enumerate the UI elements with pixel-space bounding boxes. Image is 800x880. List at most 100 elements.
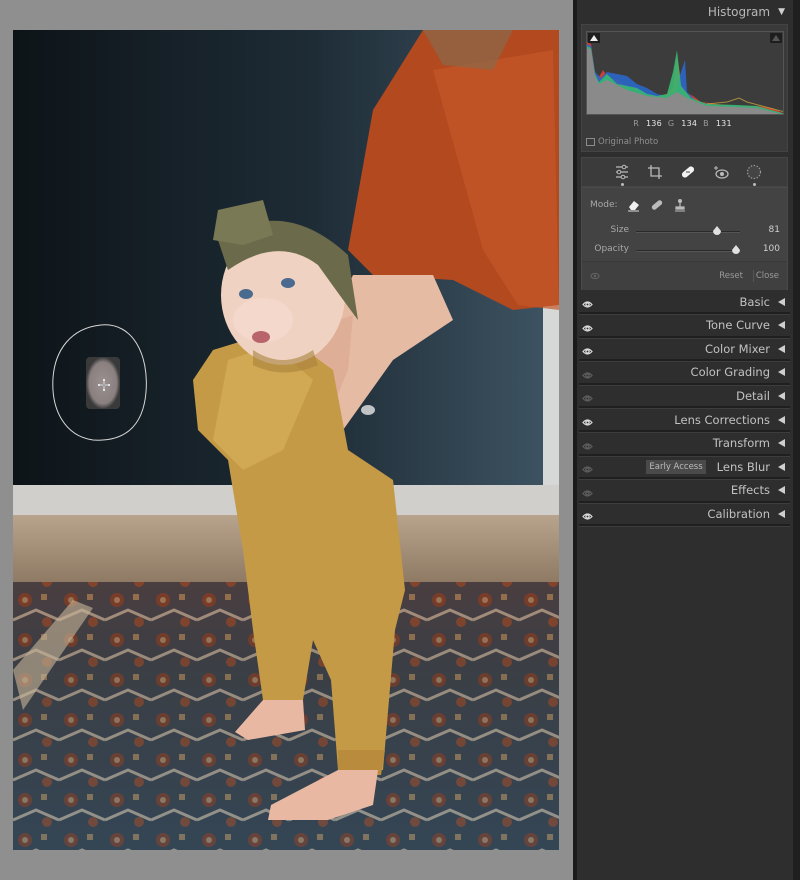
- section-effects[interactable]: Effects: [579, 480, 790, 503]
- section-label: Lens Blur: [716, 459, 770, 474]
- section-label: Color Grading: [690, 365, 770, 380]
- original-photo-toggle[interactable]: Original Photo: [586, 137, 658, 147]
- tool-active-dot: [621, 183, 624, 186]
- size-slider-row: Size 81: [582, 225, 789, 239]
- histogram-panel: R 136 G 134 B 131 Original Photo: [581, 24, 788, 152]
- early-access-badge: Early Access: [646, 459, 706, 474]
- section-transform[interactable]: Transform: [579, 433, 790, 456]
- tool-crop[interactable]: [646, 163, 664, 181]
- mode-content-aware-remove[interactable]: [627, 198, 641, 212]
- footer-separator: [753, 270, 754, 282]
- opacity-label: Opacity: [594, 244, 629, 254]
- eraser-icon: [627, 201, 639, 212]
- panel-scroll-edge[interactable]: [793, 0, 800, 880]
- section-label: Tone Curve: [705, 318, 770, 333]
- opacity-slider[interactable]: [636, 245, 740, 254]
- r-value: 136: [646, 119, 662, 128]
- triangle-left-icon[interactable]: [778, 344, 785, 353]
- section-label: Calibration: [707, 506, 770, 521]
- section-label: Detail: [736, 388, 770, 403]
- crop-icon: [648, 165, 662, 179]
- photo-canvas[interactable]: [0, 0, 573, 880]
- triangle-left-icon[interactable]: [778, 415, 785, 424]
- section-label: Color Mixer: [704, 341, 770, 356]
- eye-icon[interactable]: [590, 272, 600, 283]
- close-button[interactable]: Close: [756, 271, 779, 281]
- opacity-slider-thumb[interactable]: [732, 245, 740, 254]
- histogram-plot[interactable]: [586, 31, 784, 115]
- section-tone-curve[interactable]: Tone Curve: [579, 315, 790, 338]
- highlight-clipping-toggle[interactable]: [770, 33, 782, 43]
- triangle-left-icon[interactable]: [778, 391, 785, 400]
- eye-icon[interactable]: [582, 298, 593, 312]
- reset-button[interactable]: Reset: [719, 271, 743, 281]
- triangle-left-icon[interactable]: [778, 368, 785, 377]
- triangle-left-icon[interactable]: [778, 439, 785, 448]
- eye-icon[interactable]: [582, 510, 593, 524]
- histogram-header[interactable]: Histogram ▼: [577, 0, 793, 24]
- section-label: Transform: [712, 436, 770, 451]
- opacity-slider-row: Opacity 100: [582, 244, 789, 258]
- opacity-value[interactable]: 100: [763, 244, 780, 254]
- histogram-title: Histogram: [707, 5, 771, 19]
- triangle-left-icon[interactable]: [778, 297, 785, 306]
- tool-masking[interactable]: [745, 163, 763, 186]
- section-lens-corrections[interactable]: Lens Corrections: [579, 409, 790, 432]
- mode-label: Mode:: [590, 200, 618, 210]
- tool-red-eye[interactable]: [712, 163, 730, 181]
- tool-edit[interactable]: [613, 163, 631, 186]
- triangle-left-icon[interactable]: [778, 509, 785, 518]
- original-photo-checkbox[interactable]: [586, 138, 595, 146]
- crosshair-icon: [98, 379, 110, 391]
- size-slider[interactable]: [636, 226, 740, 235]
- healing-panel: Mode: Size 81 Opacity 100 Reset Close: [581, 187, 788, 290]
- section-calibration[interactable]: Calibration: [579, 503, 790, 527]
- eye-icon[interactable]: [582, 487, 593, 501]
- mode-clone[interactable]: [673, 198, 687, 212]
- tool-active-dot: [753, 183, 756, 186]
- triangle-down-icon[interactable]: ▼: [778, 7, 785, 17]
- masking-icon: [746, 164, 762, 180]
- stamp-icon: [674, 199, 685, 212]
- healing-footer: Reset Close: [582, 261, 787, 290]
- section-basic[interactable]: Basic: [579, 291, 790, 314]
- section-detail[interactable]: Detail: [579, 385, 790, 409]
- g-value: 134: [681, 119, 698, 128]
- eye-icon[interactable]: [582, 440, 593, 454]
- triangle-left-icon[interactable]: [778, 321, 785, 330]
- eye-icon[interactable]: [582, 463, 593, 477]
- tool-healing[interactable]: [679, 163, 697, 181]
- photo[interactable]: [13, 30, 559, 850]
- eye-icon[interactable]: [582, 392, 593, 406]
- section-color-mixer[interactable]: Color Mixer: [579, 338, 790, 362]
- size-value[interactable]: 81: [769, 225, 780, 235]
- eye-icon[interactable]: [582, 369, 593, 383]
- eye-icon[interactable]: [582, 345, 593, 359]
- g-label: G: [667, 119, 675, 128]
- original-photo-label: Original Photo: [598, 137, 659, 147]
- photo-image: [13, 30, 559, 850]
- rgb-readout: R 136 G 134 B 131: [582, 119, 789, 128]
- section-color-grading[interactable]: Color Grading: [579, 362, 790, 385]
- red-eye-icon: [714, 166, 729, 179]
- develop-right-panel: Histogram ▼ R 136 G 134 B 131 Original Photo: [577, 0, 793, 880]
- shadow-clipping-toggle[interactable]: [588, 33, 600, 43]
- sliders-icon: [616, 164, 628, 180]
- b-value: 131: [715, 119, 732, 128]
- eye-icon[interactable]: [582, 322, 593, 336]
- size-label: Size: [610, 225, 629, 235]
- section-label: Lens Corrections: [674, 412, 770, 427]
- bandage-icon: [651, 200, 662, 210]
- r-label: R: [633, 119, 640, 128]
- mode-heal[interactable]: [650, 198, 664, 212]
- triangle-left-icon[interactable]: [778, 462, 785, 471]
- section-lens-blur[interactable]: Early Access Lens Blur: [579, 456, 790, 480]
- eye-icon[interactable]: [582, 416, 593, 430]
- section-label: Basic: [739, 294, 770, 309]
- histogram-graph: [587, 42, 783, 114]
- size-slider-thumb[interactable]: [713, 226, 722, 235]
- section-label: Effects: [730, 483, 770, 498]
- mode-row: Mode:: [590, 198, 687, 212]
- b-label: B: [703, 119, 709, 128]
- triangle-left-icon[interactable]: [778, 486, 785, 495]
